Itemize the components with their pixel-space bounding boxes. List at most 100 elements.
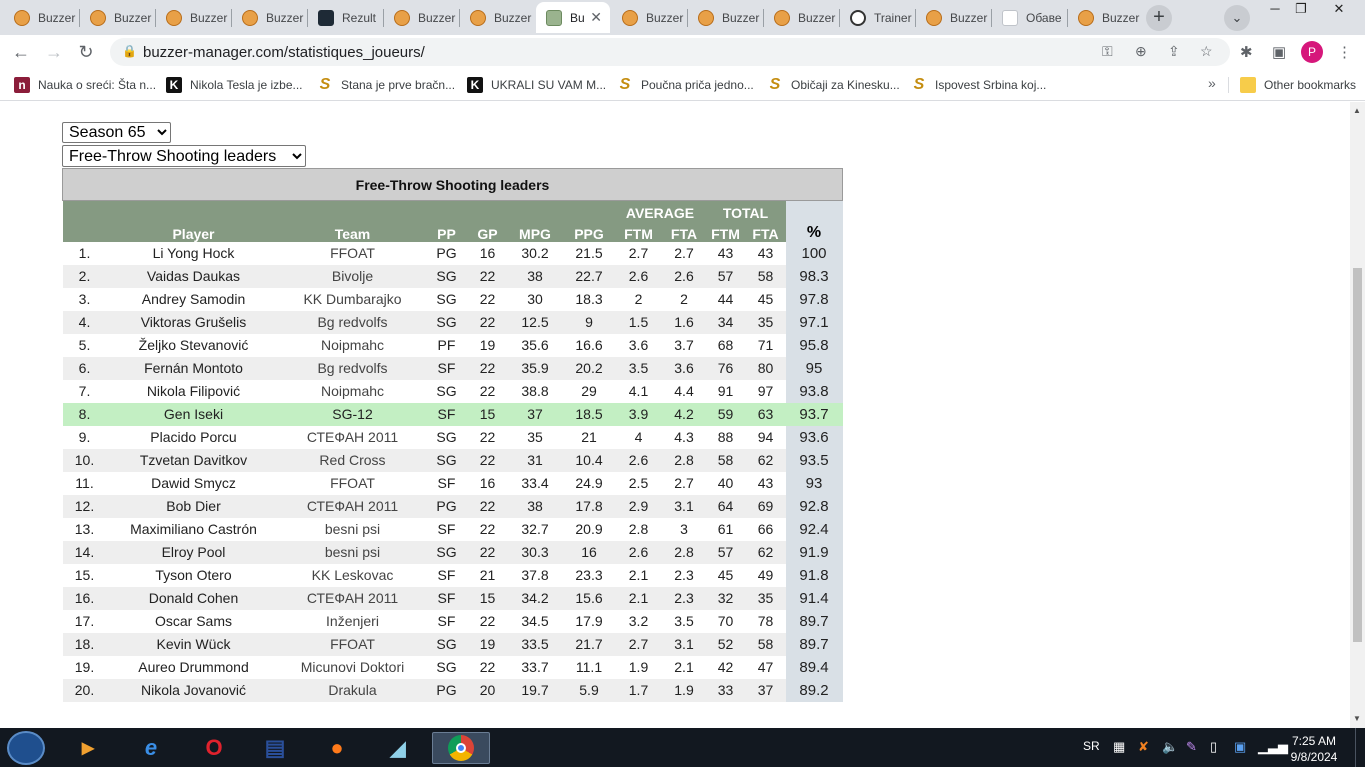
team-cell[interactable]: Drakula [281, 679, 425, 702]
bookmark-item[interactable]: K Nikola Tesla je izbe... [166, 76, 303, 94]
browser-tab[interactable]: Buzzer [384, 2, 458, 33]
new-tab-button[interactable]: + [1146, 5, 1172, 31]
player-cell[interactable]: Željko Stevanović [107, 334, 281, 357]
team-cell[interactable]: FFOAT [281, 242, 425, 265]
scroll-down-arrow-icon[interactable]: ▼ [1353, 714, 1361, 723]
zoom-icon[interactable]: ⊕ [1135, 43, 1147, 60]
tab-search-button[interactable]: ⌄ [1224, 5, 1250, 31]
system-clock[interactable]: 7:25 AM 9/8/2024 [1284, 733, 1344, 765]
player-cell[interactable]: Tyson Otero [107, 564, 281, 587]
player-cell[interactable]: Viktoras Grušelis [107, 311, 281, 334]
avg-ftm-header[interactable]: FTM [614, 220, 663, 242]
team-cell[interactable]: Bg redvolfs [281, 311, 425, 334]
player-cell[interactable]: Dawid Smycz [107, 472, 281, 495]
pp-header[interactable]: PP [424, 200, 469, 242]
team-cell[interactable]: Red Cross [281, 449, 425, 472]
share-icon[interactable]: ⇪ [1168, 43, 1180, 60]
browser-tab[interactable]: Buzzer [916, 2, 990, 33]
team-cell[interactable]: KK Dumbarajko [281, 288, 425, 311]
bookmark-star-icon[interactable]: ☆ [1200, 43, 1213, 60]
bookmark-item[interactable]: S Ispovest Srbina koj... [911, 76, 1047, 94]
player-cell[interactable]: Andrey Samodin [107, 288, 281, 311]
player-cell[interactable]: Kevin Wück [107, 633, 281, 656]
bookmarks-overflow-button[interactable]: » [1208, 75, 1216, 91]
player-cell[interactable]: Fernán Montoto [107, 357, 281, 380]
key-icon[interactable]: ⚿ [1102, 43, 1113, 60]
browser-tab[interactable]: Buzzer [764, 2, 838, 33]
address-bar[interactable]: 🔒 buzzer-manager.com/statistiques_joueur… [110, 38, 1230, 66]
browser-tab[interactable]: Buzzer [80, 2, 154, 33]
player-cell[interactable]: Elroy Pool [107, 541, 281, 564]
team-cell[interactable]: Bivolje [281, 265, 425, 288]
team-cell[interactable]: Noipmahc [281, 334, 425, 357]
language-indicator[interactable]: SR [1083, 739, 1100, 753]
gp-header[interactable]: GP [468, 200, 507, 242]
bookmark-item[interactable]: S Poučna priča jedno... [617, 76, 754, 94]
team-cell[interactable]: Inženjeri [281, 610, 425, 633]
notepad-taskbar-icon[interactable]: ◢ [370, 732, 426, 764]
team-cell[interactable]: Bg redvolfs [281, 357, 425, 380]
minimize-button[interactable]: ─ [1262, 0, 1288, 20]
close-tab-icon[interactable]: ✕ [590, 9, 602, 26]
show-desktop-button[interactable] [1355, 728, 1365, 767]
display-icon[interactable]: ▣ [1234, 739, 1246, 755]
team-cell[interactable]: FFOAT [281, 633, 425, 656]
browser-tab[interactable]: Обаве [992, 2, 1066, 33]
player-cell[interactable]: Nikola Jovanović [107, 679, 281, 702]
category-select[interactable]: Free-Throw Shooting leaders [62, 145, 306, 167]
browser-tab[interactable]: Rezult [308, 2, 382, 33]
restore-button[interactable]: ❐ [1288, 0, 1314, 20]
pen-icon[interactable]: ✎ [1186, 739, 1197, 755]
browser-tab[interactable]: Bu ✕ [536, 2, 610, 33]
close-window-button[interactable]: ✕ [1326, 0, 1352, 20]
volume-icon[interactable]: 🔈 [1162, 739, 1178, 755]
team-cell[interactable]: СТЕФАН 2011 [281, 587, 425, 610]
bookmark-item[interactable]: n Nauka o sreći: Šta n... [14, 76, 156, 94]
team-cell[interactable]: Micunovi Doktori [281, 656, 425, 679]
kebab-menu-icon[interactable]: ⋮ [1337, 43, 1352, 61]
player-cell[interactable]: Oscar Sams [107, 610, 281, 633]
scroll-up-arrow-icon[interactable]: ▲ [1353, 106, 1361, 115]
total-fta-header[interactable]: FTA [745, 220, 786, 242]
player-cell[interactable]: Tzvetan Davitkov [107, 449, 281, 472]
browser-tab[interactable]: Buzzer [688, 2, 762, 33]
device-icon[interactable]: ▯ [1210, 739, 1217, 755]
opera-taskbar-icon[interactable]: O [186, 732, 242, 764]
save-floppy-taskbar-icon[interactable]: ▤ [247, 732, 303, 764]
team-cell[interactable]: FFOAT [281, 472, 425, 495]
browser-tab[interactable]: Buzzer [156, 2, 230, 33]
player-cell[interactable]: Nikola Filipović [107, 380, 281, 403]
player-cell[interactable]: Li Yong Hock [107, 242, 281, 265]
player-cell[interactable]: Bob Dier [107, 495, 281, 518]
avg-fta-header[interactable]: FTA [662, 220, 706, 242]
player-cell[interactable]: Aureo Drummond [107, 656, 281, 679]
team-cell[interactable]: KK Leskovac [281, 564, 425, 587]
season-select[interactable]: Season 65 [62, 122, 171, 143]
team-cell[interactable]: СТЕФАН 2011 [281, 426, 425, 449]
player-header[interactable]: Player [106, 200, 281, 242]
start-button[interactable] [7, 731, 45, 765]
network-grid-icon[interactable]: ▦ [1113, 739, 1125, 755]
team-cell[interactable]: SG-12 [281, 403, 425, 426]
shield-tray-icon[interactable]: ✘ [1138, 739, 1149, 755]
media-player-taskbar-icon[interactable]: ▶ [60, 732, 116, 764]
mpg-header[interactable]: MPG [506, 200, 564, 242]
browser-tab[interactable]: Buzzer [460, 2, 534, 33]
extensions-icon[interactable]: ✱ [1240, 43, 1253, 61]
team-cell[interactable]: Noipmahc [281, 380, 425, 403]
team-cell[interactable]: besni psi [281, 541, 425, 564]
ppg-header[interactable]: PPG [563, 200, 615, 242]
player-cell[interactable]: Vaidas Daukas [107, 265, 281, 288]
browser-tab[interactable]: Buzzer [1068, 2, 1142, 33]
browser-tab[interactable]: Buzzer [612, 2, 686, 33]
reload-button[interactable]: ↻ [73, 39, 99, 65]
player-cell[interactable]: Placido Porcu [107, 426, 281, 449]
bookmark-item[interactable]: K UKRALI SU VAM M... [467, 76, 606, 94]
player-cell[interactable]: Donald Cohen [107, 587, 281, 610]
total-ftm-header[interactable]: FTM [705, 220, 746, 242]
profile-avatar[interactable]: P [1301, 41, 1323, 63]
bookmark-item[interactable]: S Običaji za Kinesku... [767, 76, 900, 94]
back-button[interactable]: ← [8, 39, 34, 65]
url-text[interactable]: buzzer-manager.com/statistiques_joueurs/ [143, 44, 425, 61]
other-bookmarks-folder[interactable]: Other bookmarks [1240, 76, 1356, 94]
